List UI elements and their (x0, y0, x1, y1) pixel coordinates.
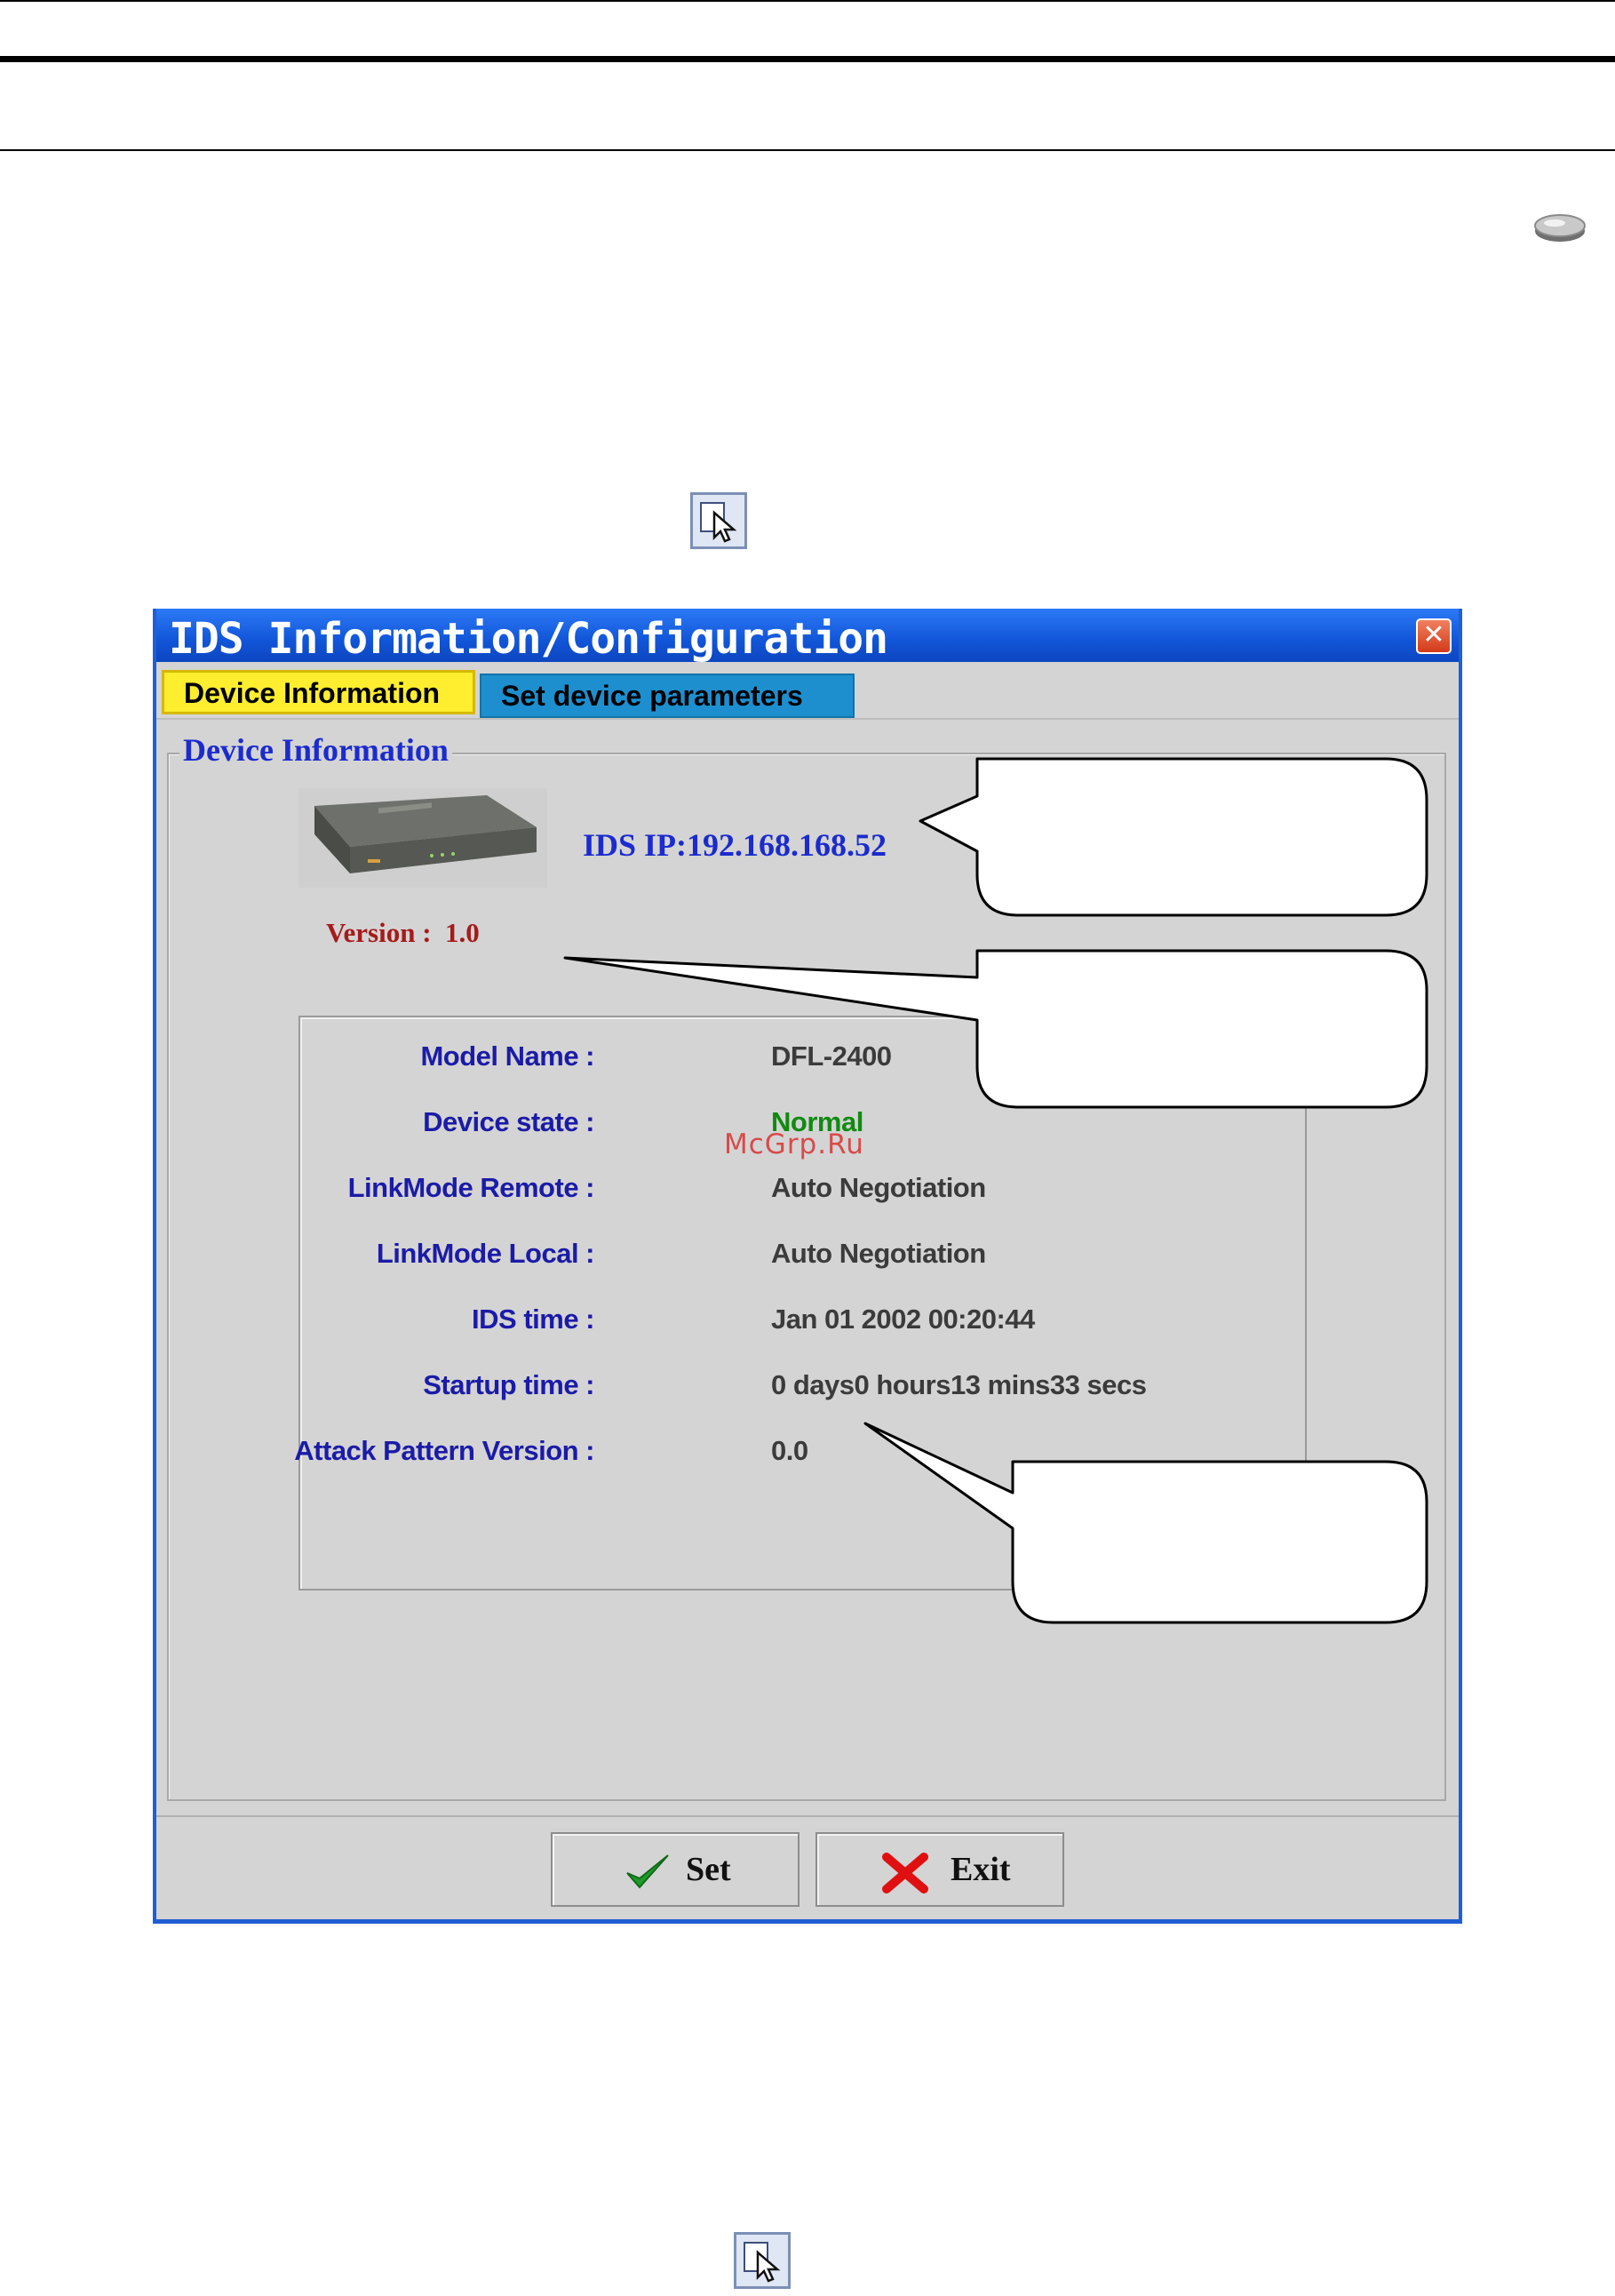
callout-attack-pattern (863, 1422, 1428, 1624)
callout-version (563, 949, 1428, 1109)
callout-ids-ip (919, 757, 1428, 917)
cursor-icon (734, 2232, 791, 2289)
watermark: McGrp.Ru (724, 1128, 864, 1160)
